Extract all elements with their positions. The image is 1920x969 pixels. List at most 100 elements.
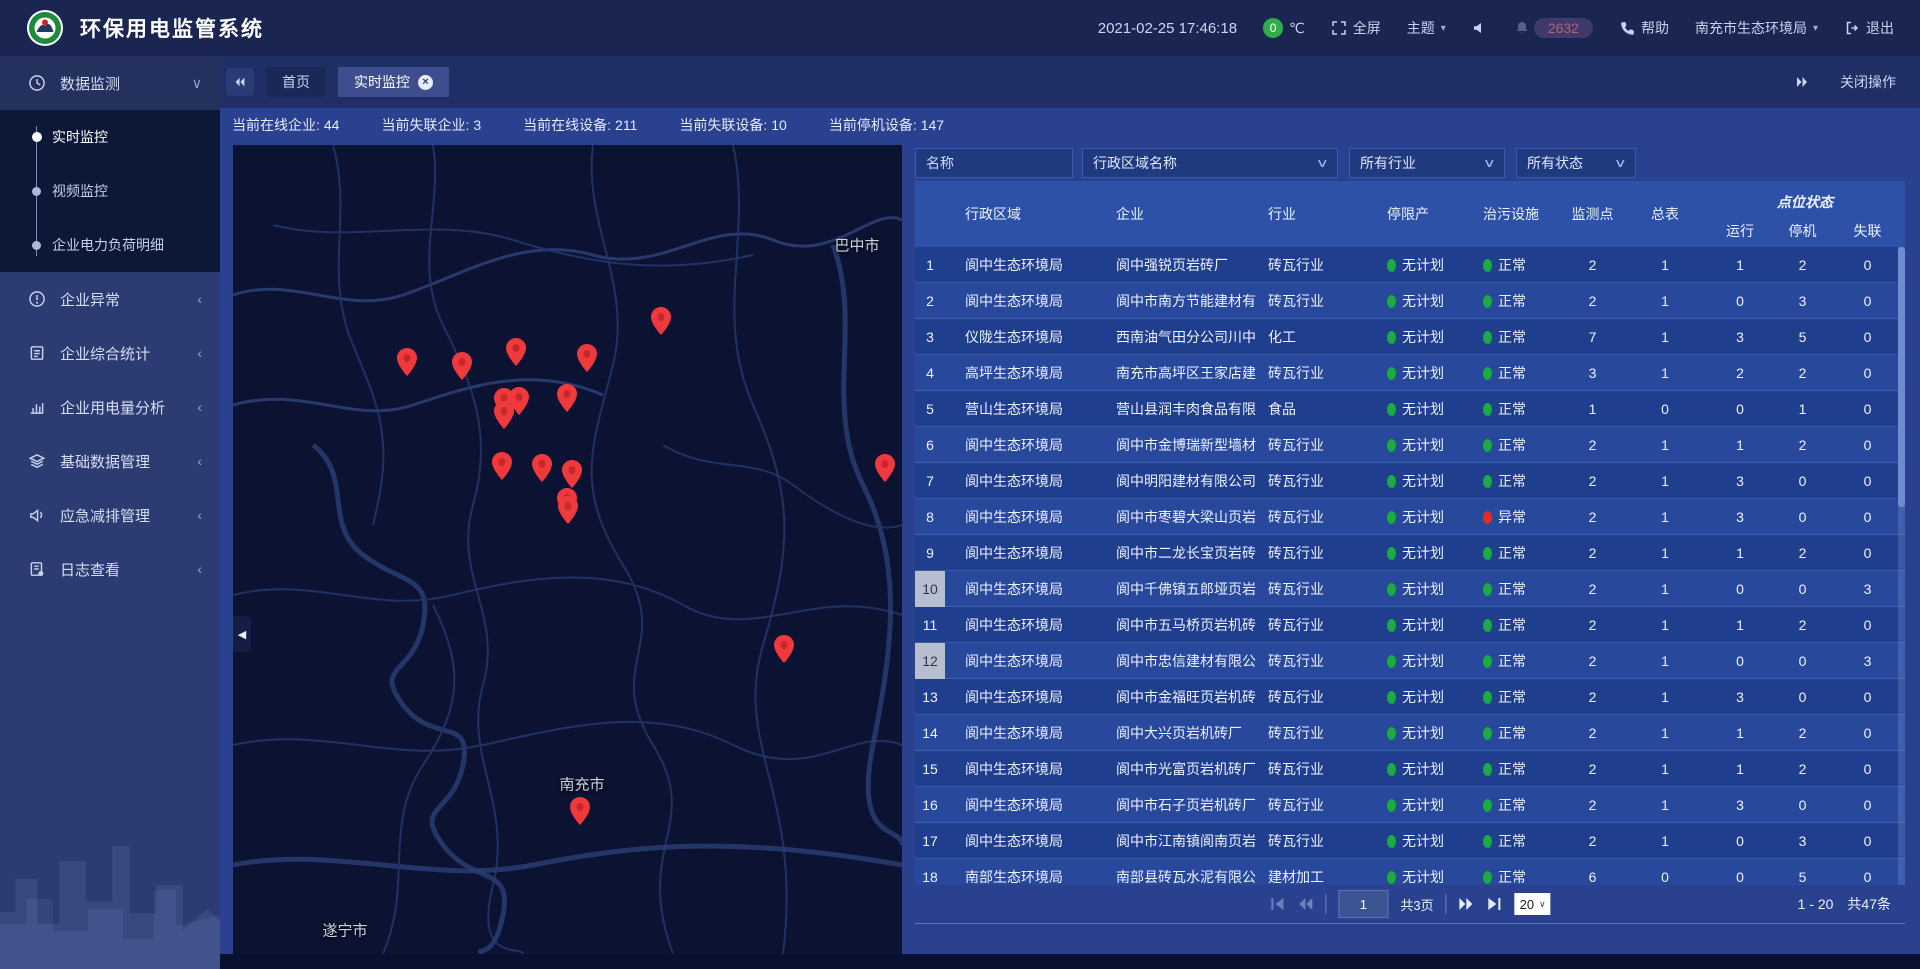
tab-home[interactable]: 首页	[266, 67, 326, 97]
table-row[interactable]: 8阆中生态环境局阆中市枣碧大梁山页岩砖瓦行业无计划异常21300	[915, 499, 1905, 535]
cell-enterprise: 西南油气田分公司川中	[1105, 327, 1260, 347]
table-row[interactable]: 15阆中生态环境局阆中市光富页岩机砖厂砖瓦行业无计划正常21120	[915, 751, 1905, 787]
table-row[interactable]: 6阆中生态环境局阆中市金博瑞新型墙材砖瓦行业无计划正常21120	[915, 427, 1905, 463]
industry-filter-select[interactable]: 所有行业 ∨	[1349, 148, 1505, 178]
map-marker-icon[interactable]	[506, 338, 526, 366]
cell-region: 阆中生态环境局	[945, 795, 1105, 815]
close-operations-menu[interactable]: 关闭操作	[1840, 72, 1896, 92]
cell-industry: 砖瓦行业	[1260, 255, 1375, 275]
table-row[interactable]: 14阆中生态环境局阆中大兴页岩机砖厂砖瓦行业无计划正常21120	[915, 715, 1905, 751]
cell-stopped: 2	[1775, 365, 1830, 381]
map-marker-icon[interactable]	[494, 401, 514, 429]
map-marker-icon[interactable]	[452, 352, 472, 380]
table-row[interactable]: 10阆中生态环境局阆中千佛镇五郎垭页岩砖瓦行业无计划正常21003	[915, 571, 1905, 607]
cell-monitor-points: 2	[1560, 833, 1625, 849]
chevron-down-icon: ∨	[1483, 156, 1496, 170]
pagination-summary: 1 - 20 共47条	[1798, 885, 1891, 923]
cell-production-limit: 无计划	[1375, 327, 1470, 347]
help-button[interactable]: 帮助	[1619, 18, 1669, 38]
map-marker-icon[interactable]	[570, 797, 590, 825]
tabs-scroll-right-button[interactable]	[1788, 68, 1816, 96]
name-filter-input[interactable]	[915, 148, 1073, 178]
cell-production-limit: 无计划	[1375, 435, 1470, 455]
cell-enterprise: 阆中市石子页岩机砖厂	[1105, 795, 1260, 815]
map-panel[interactable]: ◀ 巴中市南充市遂宁市	[233, 145, 902, 954]
map-marker-icon[interactable]	[532, 454, 552, 482]
sidebar-subitem[interactable]: 视频监控	[0, 164, 220, 218]
map-marker-icon[interactable]	[774, 635, 794, 663]
cell-production-limit: 无计划	[1375, 615, 1470, 635]
sidebar-subitem[interactable]: 实时监控	[0, 110, 220, 164]
table-row[interactable]: 9阆中生态环境局阆中市二龙长宝页岩砖砖瓦行业无计划正常21120	[915, 535, 1905, 571]
region-filter-select[interactable]: 行政区域名称 ∨	[1082, 148, 1338, 178]
map-marker-icon[interactable]	[558, 496, 578, 524]
cell-industry: 砖瓦行业	[1260, 723, 1375, 743]
last-page-button[interactable]	[1487, 896, 1503, 912]
sidebar-collapse-button[interactable]: ◀	[233, 616, 251, 652]
map-marker-icon[interactable]	[557, 384, 577, 412]
notifications-button[interactable]: 2632	[1514, 18, 1593, 38]
cell-running: 1	[1705, 545, 1775, 561]
cell-region: 阆中生态环境局	[945, 471, 1105, 491]
map-marker-icon[interactable]	[492, 452, 512, 480]
table-row[interactable]: 18南部生态环境局南部县砖瓦水泥有限公建材加工无计划正常60050	[915, 859, 1905, 885]
table-row[interactable]: 5营山生态环境局营山县润丰肉食品有限食品无计划正常10010	[915, 391, 1905, 427]
datetime-text: 2021-02-25 17:46:18	[1098, 20, 1237, 37]
cell-industry: 砖瓦行业	[1260, 579, 1375, 599]
cell-monitor-points: 7	[1560, 329, 1625, 345]
sidebar-item[interactable]: 企业用电量分析‹	[0, 380, 220, 434]
notification-count-badge: 2632	[1534, 18, 1593, 38]
fullscreen-button[interactable]: 全屏	[1331, 18, 1381, 38]
table-row[interactable]: 7阆中生态环境局阆中明阳建材有限公司砖瓦行业无计划正常21300	[915, 463, 1905, 499]
sidebar-item[interactable]: 基础数据管理‹	[0, 434, 220, 488]
cell-production-limit: 无计划	[1375, 687, 1470, 707]
row-index: 14	[915, 715, 945, 751]
tabs-scroll-left-button[interactable]	[226, 68, 254, 96]
map-marker-icon[interactable]	[651, 307, 671, 335]
map-marker-icon[interactable]	[562, 460, 582, 488]
page-size-select[interactable]: 20 ∨	[1515, 893, 1551, 915]
table-row[interactable]: 12阆中生态环境局阆中市忠信建材有限公砖瓦行业无计划正常21003	[915, 643, 1905, 679]
sidebar-item[interactable]: 应急减排管理‹	[0, 488, 220, 542]
table-row[interactable]: 17阆中生态环境局阆中市江南镇阆南页岩砖瓦行业无计划正常21030	[915, 823, 1905, 859]
cell-stopped: 0	[1775, 509, 1830, 525]
cell-monitor-points: 2	[1560, 473, 1625, 489]
cell-monitor-points: 2	[1560, 725, 1625, 741]
table-row[interactable]: 11阆中生态环境局阆中市五马桥页岩机砖砖瓦行业无计划正常21120	[915, 607, 1905, 643]
table-scrollbar[interactable]	[1898, 247, 1905, 885]
map-marker-icon[interactable]	[875, 454, 895, 482]
cell-facility-status: 正常	[1470, 615, 1560, 635]
map-marker-icon[interactable]	[397, 348, 417, 376]
sidebar-item[interactable]: 企业异常‹	[0, 272, 220, 326]
table-row[interactable]: 1阆中生态环境局阆中强锐页岩砖厂砖瓦行业无计划正常21120	[915, 247, 1905, 283]
map-marker-icon[interactable]	[577, 344, 597, 372]
column-header-production: 停限产	[1375, 181, 1470, 247]
logout-button[interactable]: 退出	[1844, 18, 1894, 38]
table-row[interactable]: 4高坪生态环境局南充市高坪区王家店建砖瓦行业无计划正常31220	[915, 355, 1905, 391]
page-number-input[interactable]	[1338, 890, 1388, 918]
mute-button[interactable]	[1472, 20, 1488, 36]
sidebar-item[interactable]: 日志查看‹	[0, 542, 220, 596]
table-row[interactable]: 16阆中生态环境局阆中市石子页岩机砖厂砖瓦行业无计划正常21300	[915, 787, 1905, 823]
status-filter-select[interactable]: 所有状态 ∨	[1516, 148, 1636, 178]
table-row[interactable]: 13阆中生态环境局阆中市金福旺页岩机砖砖瓦行业无计划正常21300	[915, 679, 1905, 715]
cell-stopped: 1	[1775, 401, 1830, 417]
sidebar-item[interactable]: 企业综合统计‹	[0, 326, 220, 380]
cell-facility-status: 正常	[1470, 255, 1560, 275]
row-index: 6	[915, 427, 945, 463]
table-row[interactable]: 2阆中生态环境局阆中市南方节能建材有砖瓦行业无计划正常21030	[915, 283, 1905, 319]
first-page-button[interactable]	[1269, 896, 1285, 912]
sidebar-subitem[interactable]: 企业电力负荷明细	[0, 218, 220, 272]
cell-monitor-points: 2	[1560, 617, 1625, 633]
previous-page-button[interactable]	[1297, 896, 1313, 912]
cell-region: 阆中生态环境局	[945, 831, 1105, 851]
table-row[interactable]: 3仪陇生态环境局西南油气田分公司川中化工无计划正常71350	[915, 319, 1905, 355]
status-dot-icon	[1387, 655, 1396, 668]
tab-realtime-monitor[interactable]: 实时监控 ×	[338, 67, 449, 97]
status-dot-icon	[1483, 331, 1492, 344]
sidebar-item[interactable]: 数据监测∨	[0, 56, 220, 110]
close-tab-icon[interactable]: ×	[418, 75, 433, 90]
theme-menu[interactable]: 主题 ▾	[1407, 18, 1446, 38]
org-menu[interactable]: 南充市生态环境局 ▾	[1695, 18, 1818, 38]
next-page-button[interactable]	[1459, 896, 1475, 912]
